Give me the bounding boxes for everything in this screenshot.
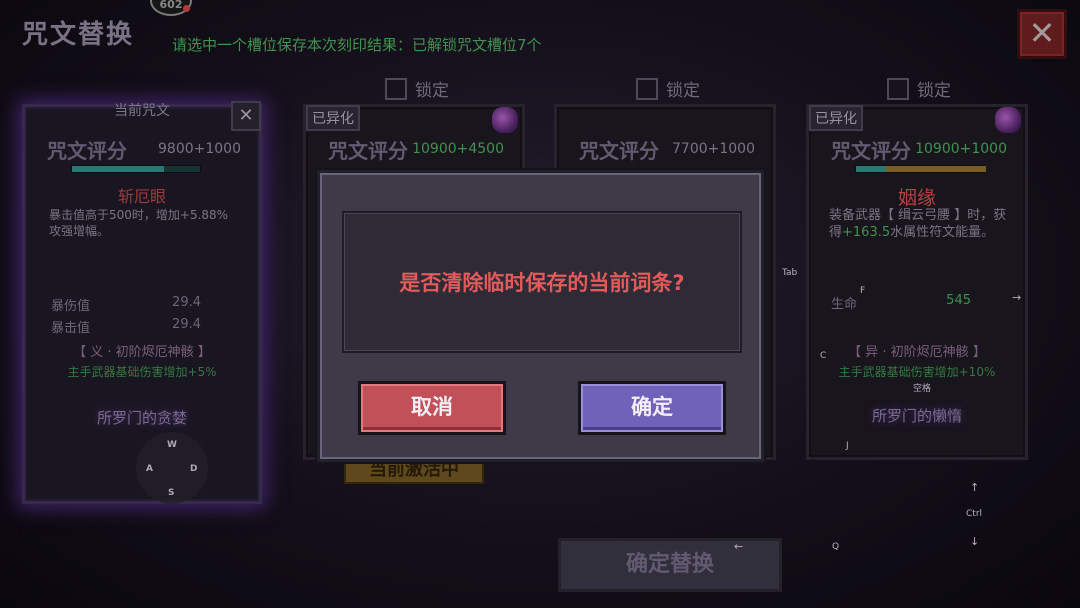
confirm-dialog: 是否清除临时保存的当前词条? 取消 确定 — [317, 170, 764, 462]
dialog-message: 是否清除临时保存的当前词条? — [399, 271, 685, 295]
dialog-message-box: 是否清除临时保存的当前词条? — [342, 211, 742, 353]
cancel-button[interactable]: 取消 — [358, 381, 506, 435]
confirm-button[interactable]: 确定 — [578, 381, 726, 435]
